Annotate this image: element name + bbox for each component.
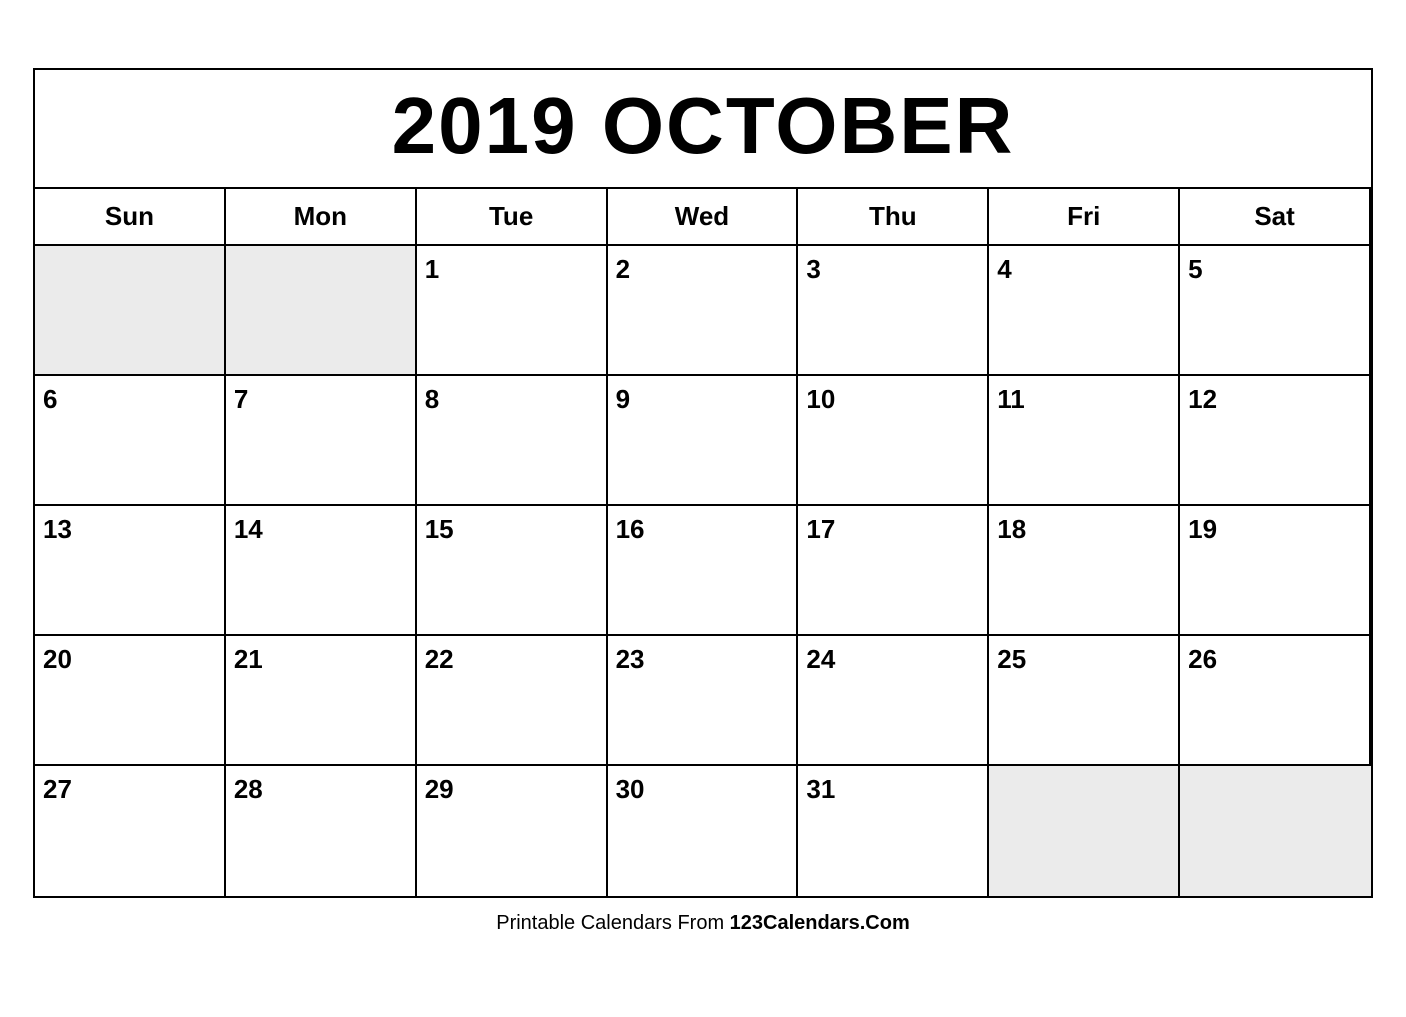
header-fri: Fri [989, 189, 1180, 246]
day-cell[interactable] [35, 246, 226, 376]
day-cell[interactable]: 6 [35, 376, 226, 506]
day-cell[interactable]: 26 [1180, 636, 1371, 766]
day-cell[interactable]: 25 [989, 636, 1180, 766]
footer-brand: 123Calendars.Com [730, 912, 910, 934]
day-cell[interactable]: 18 [989, 506, 1180, 636]
day-cell[interactable]: 30 [608, 766, 799, 896]
footer-text: Printable Calendars From [496, 912, 729, 934]
day-cell[interactable]: 9 [608, 376, 799, 506]
day-cell[interactable]: 11 [989, 376, 1180, 506]
day-cell[interactable] [989, 766, 1180, 896]
header-tue: Tue [417, 189, 608, 246]
day-cell[interactable]: 8 [417, 376, 608, 506]
day-cell[interactable]: 29 [417, 766, 608, 896]
day-cell[interactable]: 17 [798, 506, 989, 636]
day-cell[interactable]: 16 [608, 506, 799, 636]
day-cell[interactable] [226, 246, 417, 376]
day-cell[interactable]: 12 [1180, 376, 1371, 506]
day-cell[interactable]: 27 [35, 766, 226, 896]
day-cell[interactable]: 4 [989, 246, 1180, 376]
calendar-wrapper: 2019 OCTOBER Sun Mon Tue Wed Thu Fri Sat… [33, 68, 1373, 949]
header-sat: Sat [1180, 189, 1371, 246]
day-cell[interactable]: 24 [798, 636, 989, 766]
calendar-container: 2019 OCTOBER Sun Mon Tue Wed Thu Fri Sat… [33, 68, 1373, 898]
header-mon: Mon [226, 189, 417, 246]
day-cell[interactable]: 28 [226, 766, 417, 896]
calendar-grid: Sun Mon Tue Wed Thu Fri Sat 1 2 3 4 5 6 … [35, 189, 1371, 896]
header-wed: Wed [608, 189, 799, 246]
day-cell[interactable] [1180, 766, 1371, 896]
day-cell[interactable]: 5 [1180, 246, 1371, 376]
calendar-footer: Printable Calendars From 123Calendars.Co… [33, 898, 1373, 949]
day-cell[interactable]: 14 [226, 506, 417, 636]
day-cell[interactable]: 19 [1180, 506, 1371, 636]
day-cell[interactable]: 7 [226, 376, 417, 506]
header-sun: Sun [35, 189, 226, 246]
day-cell[interactable]: 13 [35, 506, 226, 636]
day-cell[interactable]: 21 [226, 636, 417, 766]
day-cell[interactable]: 15 [417, 506, 608, 636]
day-cell[interactable]: 1 [417, 246, 608, 376]
day-cell[interactable]: 3 [798, 246, 989, 376]
header-thu: Thu [798, 189, 989, 246]
calendar-title: 2019 OCTOBER [35, 70, 1371, 189]
day-cell[interactable]: 23 [608, 636, 799, 766]
day-cell[interactable]: 2 [608, 246, 799, 376]
day-cell[interactable]: 10 [798, 376, 989, 506]
day-cell[interactable]: 31 [798, 766, 989, 896]
day-cell[interactable]: 22 [417, 636, 608, 766]
day-cell[interactable]: 20 [35, 636, 226, 766]
